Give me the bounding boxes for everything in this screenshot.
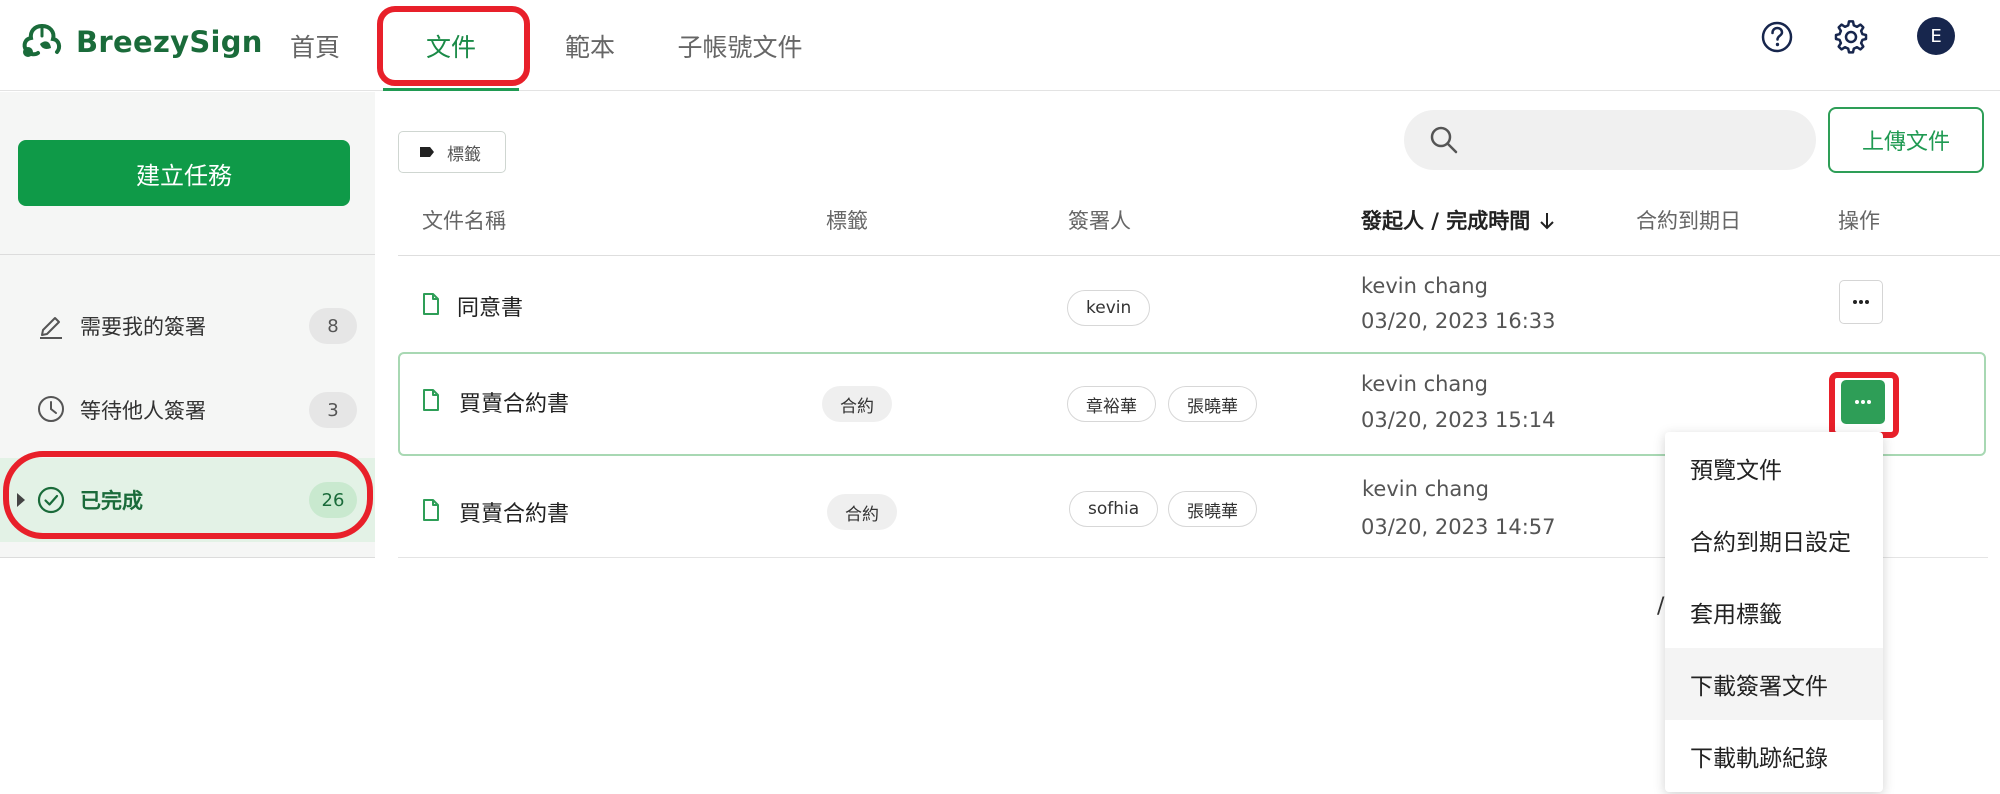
sidebar-divider xyxy=(0,254,375,255)
user-avatar[interactable]: E xyxy=(1917,17,1955,55)
tab-sub-account-documents[interactable]: 子帳號文件 xyxy=(675,0,805,91)
column-header-label: 發起人 / 完成時間 xyxy=(1361,209,1531,233)
sidebar-item-waiting-for-others[interactable]: 等待他人簽署 3 xyxy=(0,374,375,446)
sidebar-item-completed[interactable]: 已完成 26 xyxy=(0,458,375,542)
brand-name: BreezySign xyxy=(76,25,263,59)
initiator-name: kevin chang xyxy=(1362,477,1489,501)
column-header-document-name[interactable]: 文件名稱 xyxy=(422,205,506,235)
sidebar-item-needs-my-signature[interactable]: 需要我的簽署 8 xyxy=(0,290,375,362)
arrow-down-icon xyxy=(1539,213,1554,230)
tag-chip: 合約 xyxy=(827,494,897,530)
brand-logo[interactable]: BreezySign xyxy=(20,22,263,62)
more-actions-button[interactable] xyxy=(1841,380,1885,424)
signer-chip: 張曉華 xyxy=(1168,491,1257,527)
signer-chip: sofhia xyxy=(1069,491,1159,527)
signer-chip: kevin xyxy=(1067,290,1151,326)
tag-filter-label: 標籤 xyxy=(447,144,481,165)
signer-chip: 張曉華 xyxy=(1168,386,1257,422)
active-tab-underline xyxy=(383,88,519,91)
more-dots-icon xyxy=(1855,400,1871,404)
completion-time: 03/20, 2023 16:33 xyxy=(1361,309,1556,333)
column-header-initiator-completion-time[interactable]: 發起人 / 完成時間 xyxy=(1361,205,1556,235)
caret-right-icon xyxy=(17,493,25,507)
initiator-name: kevin chang xyxy=(1361,274,1488,298)
clock-icon xyxy=(38,396,64,422)
search-box[interactable] xyxy=(1404,110,1816,170)
tag-filter-button[interactable]: 標籤 xyxy=(398,131,506,173)
document-name[interactable]: 同意書 xyxy=(457,290,523,322)
pen-icon xyxy=(40,317,62,339)
document-icon xyxy=(423,293,439,315)
count-badge: 8 xyxy=(309,308,357,344)
count-badge: 26 xyxy=(309,482,357,518)
tab-documents[interactable]: 文件 xyxy=(383,0,519,91)
search-input[interactable] xyxy=(1474,120,1794,160)
top-nav-bar: BreezySign 首頁 文件 範本 子帳號文件 E xyxy=(0,0,2000,91)
leaf-logo-icon xyxy=(22,24,62,57)
sidebar-item-label: 需要我的簽署 xyxy=(80,315,206,339)
document-name[interactable]: 買賣合約書 xyxy=(459,386,569,418)
search-icon xyxy=(1430,126,1458,154)
gear-icon[interactable] xyxy=(1832,18,1870,56)
completion-time: 03/20, 2023 14:57 xyxy=(1361,515,1556,539)
menu-item-preview-document[interactable]: 預覽文件 xyxy=(1665,432,1883,504)
menu-item-apply-tag[interactable]: 套用標籤 xyxy=(1665,576,1883,648)
sidebar-item-label: 已完成 xyxy=(80,489,143,513)
row-actions-menu: 預覽文件 合約到期日設定 套用標籤 下載簽署文件 下載軌跡紀錄 xyxy=(1665,432,1883,792)
table-header-divider xyxy=(398,255,2000,256)
initiator-name: kevin chang xyxy=(1361,372,1488,396)
menu-item-set-expiry-date[interactable]: 合約到期日設定 xyxy=(1665,504,1883,576)
pagination-fragment: / xyxy=(1657,594,1665,619)
more-dots-icon xyxy=(1853,300,1869,304)
tab-home[interactable]: 首頁 xyxy=(280,0,350,91)
column-header-actions: 操作 xyxy=(1838,209,1880,233)
tag-chip: 合約 xyxy=(822,386,892,422)
tab-templates[interactable]: 範本 xyxy=(555,0,625,91)
document-name[interactable]: 買賣合約書 xyxy=(459,496,569,528)
tag-icon xyxy=(420,147,434,157)
completion-time: 03/20, 2023 15:14 xyxy=(1361,408,1556,432)
column-header-contract-expiry[interactable]: 合約到期日 xyxy=(1636,205,1741,235)
sidebar-item-label: 等待他人簽署 xyxy=(80,399,206,423)
count-badge: 3 xyxy=(309,392,357,428)
menu-item-download-signed-document[interactable]: 下載簽署文件 xyxy=(1665,648,1883,720)
create-task-button[interactable]: 建立任務 xyxy=(18,140,350,206)
document-icon xyxy=(423,499,439,521)
column-header-signers[interactable]: 簽署人 xyxy=(1068,205,1131,235)
signer-chip: 章裕華 xyxy=(1067,386,1156,422)
more-actions-button[interactable] xyxy=(1839,280,1883,324)
upload-document-button[interactable]: 上傳文件 xyxy=(1828,107,1984,173)
column-header-tags[interactable]: 標籤 xyxy=(826,205,868,235)
document-icon xyxy=(423,389,439,411)
sidebar: 建立任務 需要我的簽署 8 等待他人簽署 3 已完成 26 xyxy=(0,92,375,558)
menu-item-download-audit-trail[interactable]: 下載軌跡紀錄 xyxy=(1665,720,1883,792)
help-icon[interactable] xyxy=(1758,18,1796,56)
check-circle-icon xyxy=(37,486,65,514)
